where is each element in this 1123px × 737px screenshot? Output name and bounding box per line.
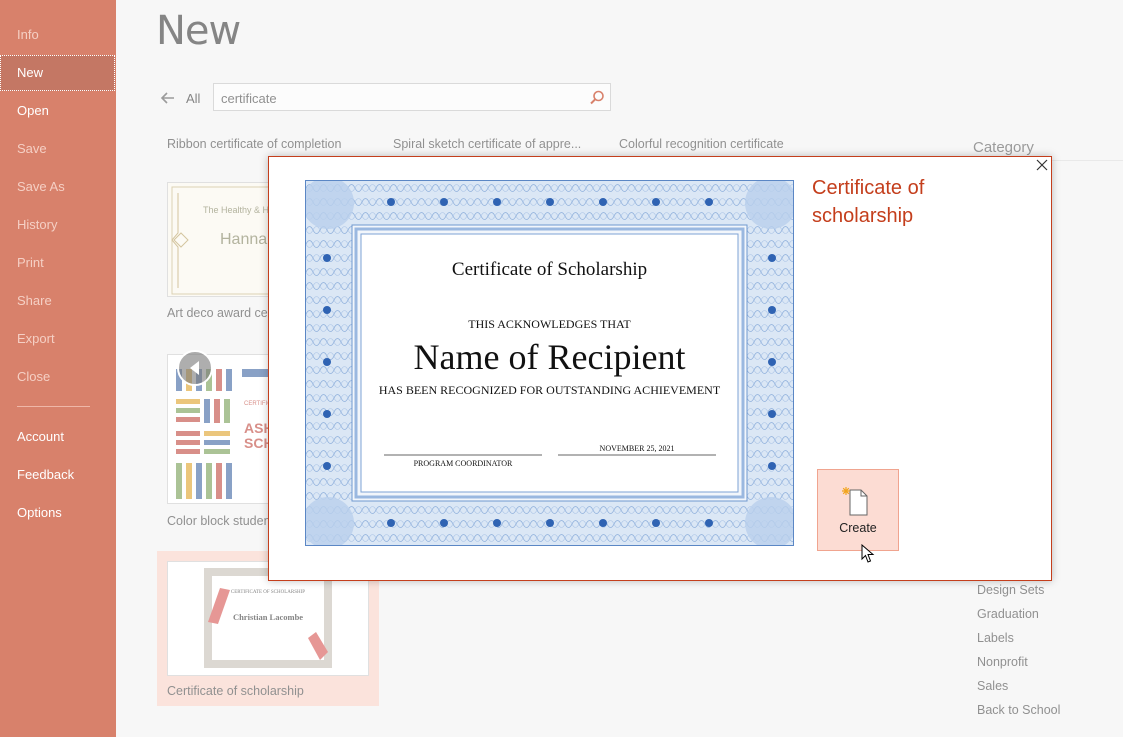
chevron-left-icon — [190, 361, 199, 375]
template-title[interactable]: Spiral sketch certificate of appre... — [393, 137, 581, 151]
certificate-preview: Certificate of Scholarship THIS ACKNOWLE… — [305, 180, 794, 546]
search-input[interactable] — [214, 84, 593, 112]
page-title: New — [156, 8, 241, 54]
back-label: All — [186, 90, 201, 106]
category-item[interactable]: Back to School — [977, 703, 1060, 717]
search-box[interactable] — [213, 83, 611, 112]
backstage-sidebar: Info New Open Save Save As History Print… — [0, 0, 116, 737]
sidebar-item-feedback[interactable]: Feedback — [0, 457, 115, 493]
certificate-signer: PROGRAM COORDINATOR — [413, 459, 513, 468]
arrow-left-icon — [160, 92, 174, 104]
new-document-icon — [842, 487, 868, 516]
sidebar-item-share[interactable]: Share — [0, 283, 115, 319]
create-button[interactable]: Create — [817, 469, 899, 551]
back-to-all-link[interactable]: All — [160, 88, 200, 108]
sidebar-item-save[interactable]: Save — [0, 131, 115, 167]
search-icon[interactable] — [588, 89, 606, 107]
sidebar-divider — [17, 406, 90, 407]
sidebar-item-export[interactable]: Export — [0, 321, 115, 357]
template-title[interactable]: Colorful recognition certificate — [619, 137, 784, 151]
category-item[interactable]: Sales — [977, 679, 1008, 693]
sidebar-item-options[interactable]: Options — [0, 495, 115, 531]
sidebar-item-print[interactable]: Print — [0, 245, 115, 281]
certificate-recipient: Name of Recipient — [413, 337, 686, 377]
certificate-recognized: HAS BEEN RECOGNIZED FOR OUTSTANDING ACHI… — [378, 383, 721, 397]
category-item[interactable]: Nonprofit — [977, 655, 1028, 669]
create-label: Create — [839, 521, 877, 535]
sidebar-item-new[interactable]: New — [0, 55, 115, 91]
thumb-text: The Healthy & H — [203, 205, 270, 215]
category-item[interactable]: Design Sets — [977, 583, 1044, 597]
previous-template-button[interactable] — [177, 350, 213, 386]
template-label[interactable]: Art deco award cert — [167, 306, 275, 320]
close-icon[interactable] — [1035, 158, 1049, 172]
category-item[interactable]: Labels — [977, 631, 1014, 645]
template-preview-dialog: Certificate of Scholarship THIS ACKNOWLE… — [268, 156, 1052, 581]
thumb-name: Hanna — [220, 231, 268, 248]
category-heading: Category — [973, 139, 1034, 156]
sidebar-item-info[interactable]: Info — [0, 17, 115, 53]
sidebar-item-close[interactable]: Close — [0, 359, 115, 395]
certificate-acknowledges: THIS ACKNOWLEDGES THAT — [468, 317, 631, 331]
sidebar-item-save-as[interactable]: Save As — [0, 169, 115, 205]
certificate-date: NOVEMBER 25, 2021 — [599, 444, 675, 453]
sidebar-item-history[interactable]: History — [0, 207, 115, 243]
template-label[interactable]: Certificate of scholarship — [167, 684, 304, 698]
dialog-title: Certificate of scholarship — [812, 177, 925, 227]
category-item[interactable]: Graduation — [977, 607, 1039, 621]
sidebar-item-open[interactable]: Open — [0, 93, 115, 129]
template-title[interactable]: Ribbon certificate of completion — [167, 137, 341, 151]
sidebar-item-account[interactable]: Account — [0, 419, 115, 455]
certificate-heading: Certificate of Scholarship — [451, 259, 648, 280]
mouse-cursor-icon — [861, 544, 875, 563]
template-label[interactable]: Color block student — [167, 514, 274, 528]
